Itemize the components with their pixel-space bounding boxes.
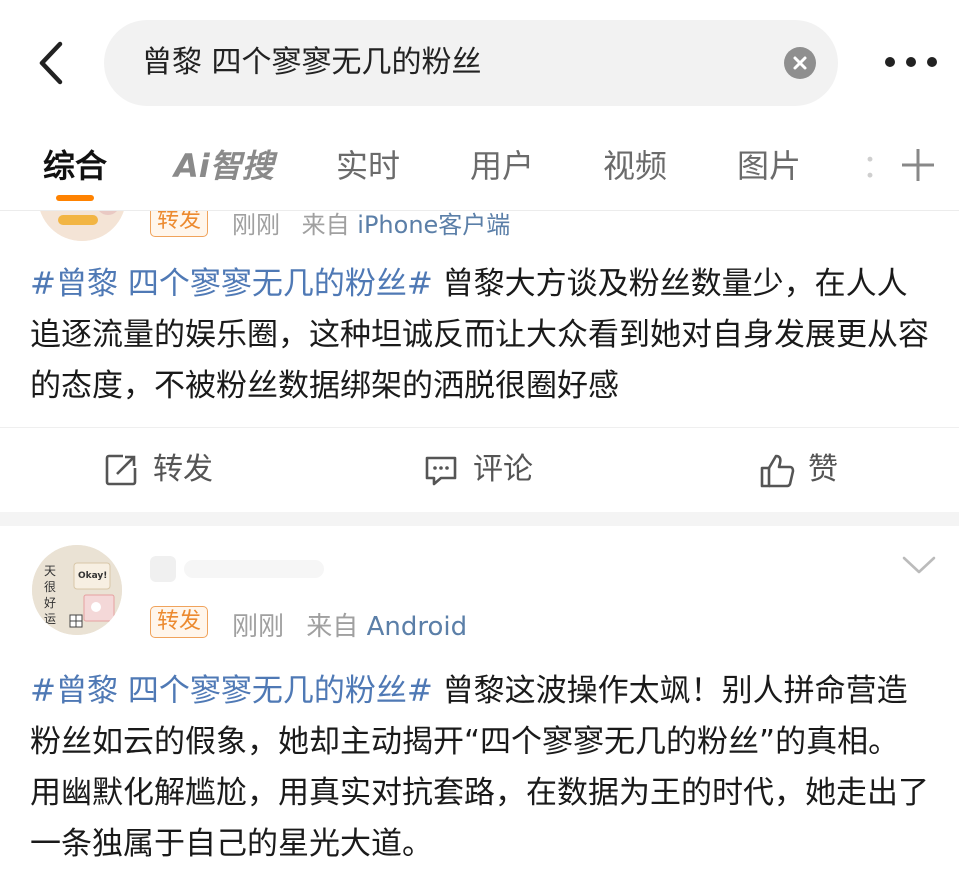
comment-label: 评论 xyxy=(473,452,533,487)
avatar[interactable]: 天 很 好 运 Okay! xyxy=(32,545,122,635)
hashtag-link[interactable]: #曾黎 四个寥寥无几的粉丝# xyxy=(30,673,433,709)
clear-search-button[interactable] xyxy=(784,47,816,79)
search-box[interactable] xyxy=(104,20,838,106)
svg-text:Okay!: Okay! xyxy=(78,571,107,581)
add-tab-button[interactable] xyxy=(898,145,938,185)
hashtag-link[interactable]: #曾黎 四个寥寥无几的粉丝# xyxy=(30,266,433,302)
post-time: 刚刚 xyxy=(232,211,280,239)
comment-icon xyxy=(425,456,457,486)
repost-badge: 转发 xyxy=(150,606,209,638)
username-redacted[interactable] xyxy=(150,550,340,586)
active-tab-indicator xyxy=(56,195,94,201)
avatar-image xyxy=(38,211,126,241)
post-source: iPhone客户端 xyxy=(357,211,511,239)
source-prefix: 来自 xyxy=(301,211,350,239)
close-icon xyxy=(793,56,807,70)
post-meta: 刚刚 来自 Android xyxy=(232,606,467,643)
back-button[interactable] xyxy=(30,38,74,88)
post-content: #曾黎 四个寥寥无几的粉丝# 曾黎这波操作太飒！别人拼命营造粉丝如云的假象，她却… xyxy=(30,666,930,870)
feed-separator xyxy=(0,512,959,526)
post-actions: 转发 评论 赞 xyxy=(0,427,959,512)
like-label: 赞 xyxy=(808,452,838,487)
tab-overflow: ： xyxy=(862,147,895,185)
post-meta: 刚刚 来自 iPhone客户端 xyxy=(232,211,510,240)
post-time: 刚刚 xyxy=(232,612,285,642)
avatar-image: 天 很 好 运 Okay! xyxy=(32,545,122,635)
post-content: #曾黎 四个寥寥无几的粉丝# 曾黎大方谈及粉丝数量少，在人人追逐流量的娱乐圈，这… xyxy=(30,259,930,412)
repost-label: 转发 xyxy=(153,452,213,487)
tab-ai-search[interactable]: Ai智搜 xyxy=(174,141,274,187)
svg-text:好: 好 xyxy=(44,596,56,610)
svg-text:运: 运 xyxy=(44,612,56,626)
redacted-name xyxy=(150,556,324,582)
more-dots-icon xyxy=(885,57,937,67)
tab-realtime[interactable]: 实时 xyxy=(336,141,400,187)
tab-comprehensive[interactable]: 综合 xyxy=(43,141,107,187)
tab-users[interactable]: 用户 xyxy=(470,141,534,187)
chevron-down-icon xyxy=(902,556,936,574)
source-prefix: 来自 xyxy=(306,612,359,642)
back-arrow-icon xyxy=(39,41,63,85)
search-input[interactable] xyxy=(142,20,752,106)
tab-videos[interactable]: 视频 xyxy=(603,141,667,187)
thumbs-up-icon xyxy=(760,454,795,488)
avatar[interactable] xyxy=(38,211,126,241)
plus-icon xyxy=(902,149,934,181)
post-menu-button[interactable] xyxy=(900,552,938,578)
repost-icon xyxy=(105,454,137,486)
svg-text:天: 天 xyxy=(44,564,56,578)
search-tabs: 综合 Ai智搜 实时 用户 视频 图片 ： xyxy=(0,125,959,211)
svg-text:很: 很 xyxy=(44,580,56,594)
post-source: Android xyxy=(366,612,468,642)
more-button[interactable] xyxy=(882,48,942,78)
repost-badge: 转发 xyxy=(150,211,209,237)
tab-images[interactable]: 图片 xyxy=(737,141,801,187)
top-bar xyxy=(0,0,959,125)
post-header: 转发 刚刚 来自 iPhone客户端 xyxy=(0,211,959,251)
